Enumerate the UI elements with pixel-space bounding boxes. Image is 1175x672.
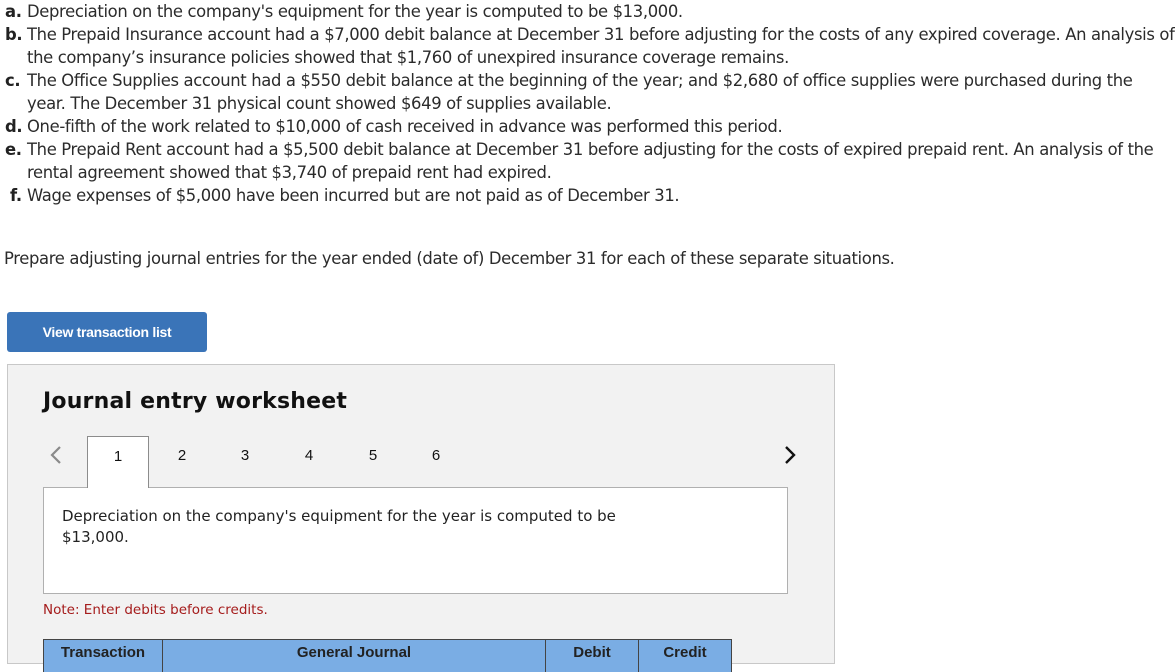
problem-item-b: b. The Prepaid Insurance account had a $… [0, 23, 1175, 69]
item-text: The Office Supplies account had a $550 d… [27, 71, 1133, 113]
tab-5[interactable]: 5 [342, 436, 404, 488]
instruction-text: Prepare adjusting journal entries for th… [4, 249, 895, 268]
item-letter: c. [5, 69, 20, 92]
item-text: The Prepaid Rent account had a $5,500 de… [27, 140, 1153, 182]
tab-4[interactable]: 4 [278, 436, 340, 488]
item-text: One-fifth of the work related to $10,000… [27, 117, 782, 136]
previous-tab-button[interactable] [46, 443, 66, 467]
chevron-left-icon [50, 445, 62, 465]
problem-list: a. Depreciation on the company's equipme… [0, 0, 1175, 207]
problem-item-f: f. Wage expenses of $5,000 have been inc… [0, 184, 1175, 207]
transaction-description-box: Depreciation on the company's equipment … [43, 487, 788, 594]
item-letter: a. [5, 0, 22, 23]
item-text: Wage expenses of $5,000 have been incurr… [27, 186, 679, 205]
problem-item-e: e. The Prepaid Rent account had a $5,500… [0, 138, 1175, 184]
item-letter: b. [5, 23, 22, 46]
problem-item-c: c. The Office Supplies account had a $55… [0, 69, 1175, 115]
item-text: The Prepaid Insurance account had a $7,0… [27, 25, 1175, 67]
view-transaction-list-button[interactable]: View transaction list [7, 312, 207, 352]
journal-entry-worksheet: Journal entry worksheet 1 2 3 4 5 6 Depr… [7, 364, 835, 664]
tab-1[interactable]: 1 [87, 436, 149, 488]
column-header-transaction: Transaction [44, 640, 163, 672]
column-header-general-journal: General Journal [163, 640, 546, 672]
transaction-description: Depreciation on the company's equipment … [62, 506, 682, 548]
item-letter: d. [5, 115, 22, 138]
item-letter: f. [10, 184, 22, 207]
chevron-right-icon [784, 445, 796, 465]
journal-table: Transaction General Journal Debit Credit [43, 639, 732, 672]
note-text: Note: Enter debits before credits. [43, 602, 268, 618]
column-header-credit: Credit [639, 640, 732, 672]
tab-6[interactable]: 6 [405, 436, 467, 488]
problem-item-a: a. Depreciation on the company's equipme… [0, 0, 1175, 23]
column-header-debit: Debit [546, 640, 639, 672]
next-tab-button[interactable] [780, 443, 800, 467]
journal-table-header-row: Transaction General Journal Debit Credit [44, 640, 732, 672]
tab-2[interactable]: 2 [151, 436, 213, 488]
problem-item-d: d. One-fifth of the work related to $10,… [0, 115, 1175, 138]
tab-3[interactable]: 3 [214, 436, 276, 488]
worksheet-title: Journal entry worksheet [43, 389, 347, 414]
item-letter: e. [5, 138, 22, 161]
item-text: Depreciation on the company's equipment … [27, 2, 683, 21]
